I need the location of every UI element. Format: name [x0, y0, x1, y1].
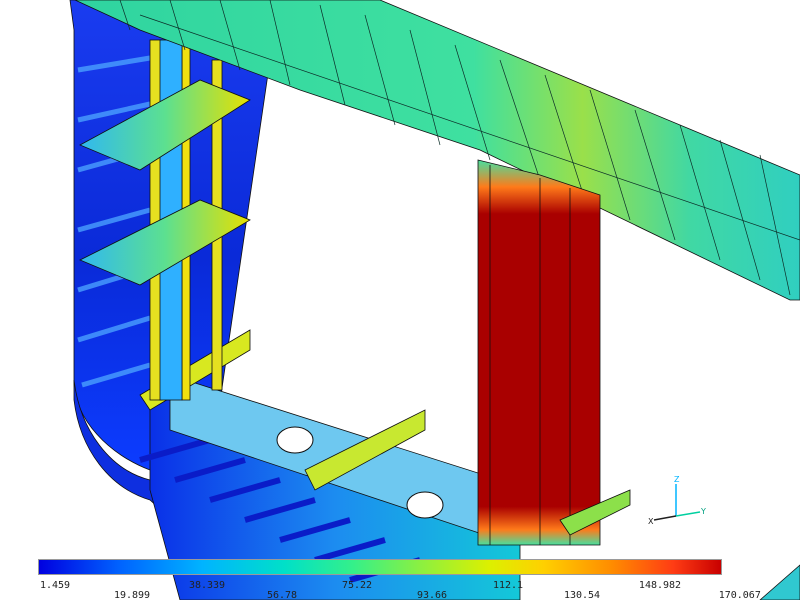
- legend-tick: 1.459: [39, 580, 71, 591]
- lightening-hole: [406, 491, 444, 519]
- legend-tick: 56.78: [266, 590, 298, 601]
- contour-legend-bar: [38, 559, 722, 575]
- legend-tick: 93.66: [416, 590, 448, 601]
- legend-tick: 112.1: [492, 580, 524, 591]
- legend-tick: 38.339: [188, 580, 226, 591]
- axis-triad: Z Y X: [648, 475, 706, 526]
- triad-z-label: Z: [674, 475, 680, 484]
- lightening-hole: [276, 426, 314, 454]
- legend-tick: 148.982: [638, 580, 682, 591]
- bracket: [759, 564, 800, 600]
- legend-tick: 130.54: [563, 590, 601, 601]
- triad-y-label: Y: [700, 507, 706, 516]
- legend-tick: 170.067: [718, 590, 761, 601]
- legend-tick: 75.22: [341, 580, 373, 591]
- pillar: [477, 159, 601, 546]
- legend-tick: 19.899: [113, 590, 151, 601]
- triad-x-label: X: [648, 517, 654, 526]
